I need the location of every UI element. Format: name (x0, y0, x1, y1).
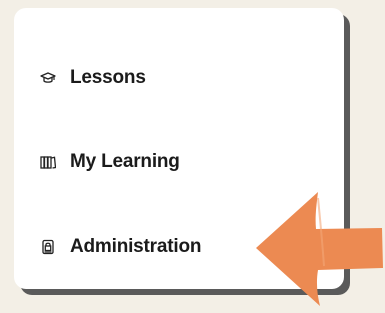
graduation-cap-icon (40, 70, 56, 86)
badge-lock-icon (40, 239, 56, 255)
menu-item-label: Administration (70, 236, 202, 257)
pointer-arrow-icon (256, 192, 383, 306)
books-icon (40, 154, 56, 170)
menu-item-label: My Learning (70, 151, 180, 172)
menu-item-administration[interactable]: Administration (40, 233, 201, 261)
menu-item-my-learning[interactable]: My Learning (40, 148, 180, 176)
menu-item-lessons[interactable]: Lessons (40, 64, 146, 92)
menu-item-label: Lessons (70, 67, 146, 88)
